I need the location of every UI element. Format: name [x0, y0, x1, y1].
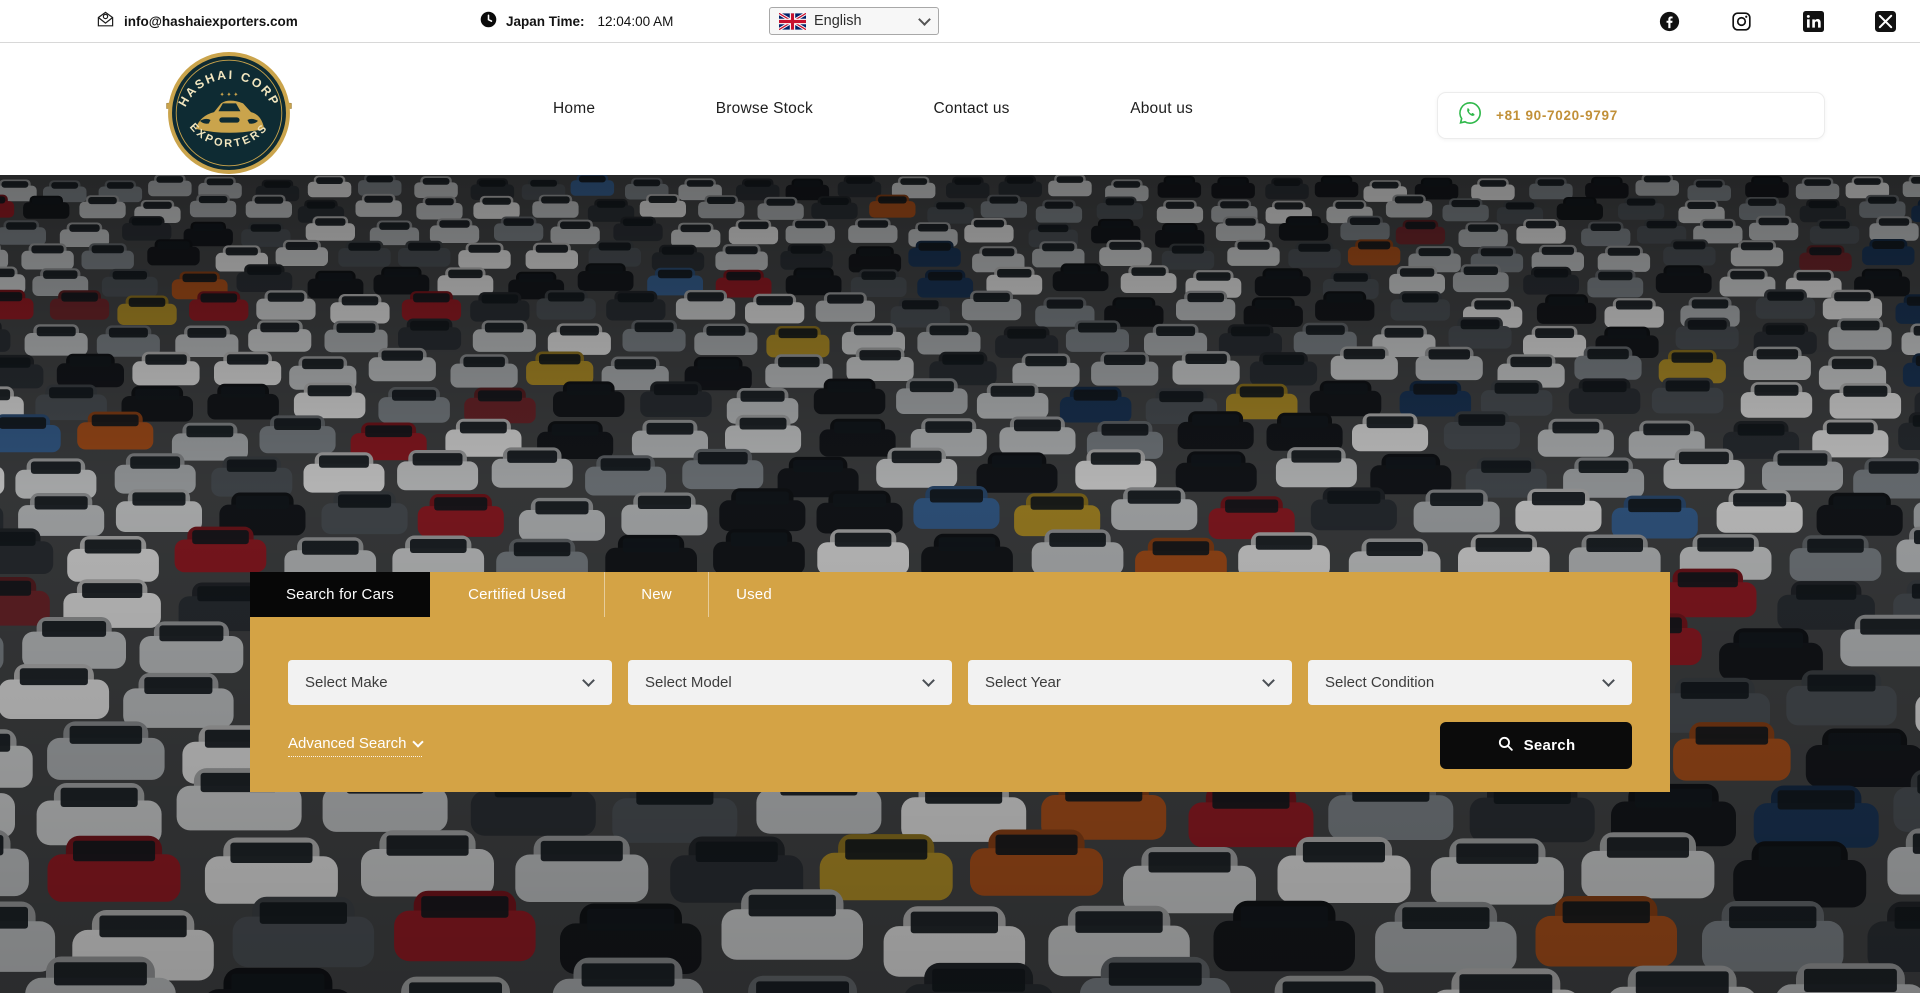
advanced-search-toggle[interactable]: Advanced Search [288, 735, 422, 757]
japan-time-value: 12:04:00 AM [598, 14, 674, 29]
social-links [1659, 0, 1896, 42]
nav-browse-stock[interactable]: Browse Stock [716, 100, 813, 118]
hero-section: Search for Cars Certified Used New Used … [0, 175, 1920, 993]
chevron-down-icon [918, 13, 931, 26]
japan-time-label: Japan Time: [506, 14, 585, 29]
select-make[interactable]: Select Make [288, 660, 612, 705]
site-header: HASHAI CORP ✦ ✦ ✦ EXPORTERS Home Browse … [0, 43, 1920, 175]
chevron-down-icon [922, 674, 935, 687]
tab-certified-used[interactable]: Certified Used [430, 572, 604, 617]
select-condition-placeholder: Select Condition [1325, 674, 1434, 691]
search-button[interactable]: Search [1440, 722, 1632, 769]
phone-number: +81 90-7020-9797 [1496, 108, 1618, 123]
x-twitter-icon[interactable] [1875, 11, 1896, 32]
select-condition[interactable]: Select Condition [1308, 660, 1632, 705]
instagram-icon[interactable] [1731, 11, 1752, 32]
nav-home[interactable]: Home [553, 100, 595, 118]
company-logo[interactable]: HASHAI CORP ✦ ✦ ✦ EXPORTERS [163, 47, 295, 184]
language-select[interactable]: English [769, 7, 939, 35]
language-value: English [814, 13, 862, 29]
mail-icon [96, 10, 115, 32]
search-icon [1497, 735, 1514, 756]
chevron-down-icon [582, 674, 595, 687]
linkedin-icon[interactable] [1803, 11, 1824, 32]
uk-flag-icon [779, 13, 806, 30]
search-tabs: Search for Cars Certified Used New Used [250, 572, 1670, 617]
facebook-icon[interactable] [1659, 11, 1680, 32]
chevron-down-icon [1602, 674, 1615, 687]
car-search-panel: Search for Cars Certified Used New Used … [250, 572, 1670, 792]
tab-search-for-cars[interactable]: Search for Cars [250, 572, 430, 617]
advanced-search-label: Advanced Search [288, 735, 406, 752]
whatsapp-icon [1457, 100, 1483, 131]
tab-new[interactable]: New [604, 572, 708, 617]
select-year-placeholder: Select Year [985, 674, 1061, 691]
select-make-placeholder: Select Make [305, 674, 388, 691]
nav-about-us[interactable]: About us [1130, 100, 1193, 118]
tab-used[interactable]: Used [708, 572, 799, 617]
search-filters: Select Make Select Model Select Year Sel… [288, 660, 1632, 705]
search-button-label: Search [1524, 737, 1576, 754]
japan-time: Japan Time: 12:04:00 AM [480, 0, 673, 42]
chevron-down-icon [1262, 674, 1275, 687]
email-link[interactable]: info@hashaiexporters.com [96, 0, 298, 42]
logo-stars: ✦ ✦ ✦ [220, 91, 239, 98]
nav-contact-us[interactable]: Contact us [934, 100, 1010, 118]
whatsapp-phone-button[interactable]: +81 90-7020-9797 [1437, 92, 1825, 139]
chevron-down-icon [413, 736, 424, 747]
main-nav: Home Browse Stock Contact us About us [553, 43, 1193, 175]
email-text: info@hashaiexporters.com [124, 14, 298, 29]
select-model-placeholder: Select Model [645, 674, 732, 691]
clock-icon [480, 11, 497, 31]
select-year[interactable]: Select Year [968, 660, 1292, 705]
page: info@hashaiexporters.com Japan Time: 12:… [0, 0, 1920, 993]
select-model[interactable]: Select Model [628, 660, 952, 705]
topbar: info@hashaiexporters.com Japan Time: 12:… [0, 0, 1920, 43]
